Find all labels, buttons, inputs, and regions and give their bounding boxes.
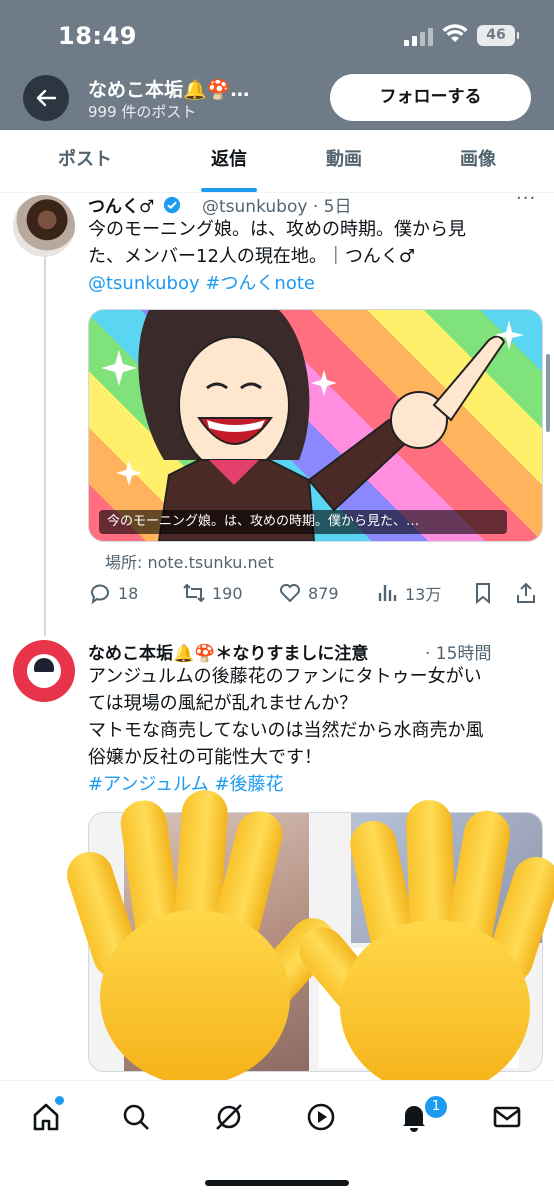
author-name-text: つんく♂ bbox=[88, 197, 155, 217]
share-button[interactable] bbox=[514, 581, 538, 605]
reply-count: 18 bbox=[118, 583, 139, 603]
tweet-text-line: マトモな商売してないのは当然だから水商売か風 bbox=[88, 720, 484, 741]
share-icon bbox=[517, 582, 535, 603]
like-button[interactable]: 879 bbox=[278, 581, 339, 605]
tweet-handle-time: @tsunkuboy · 5日 bbox=[202, 197, 352, 217]
notification-badge: 1 bbox=[423, 1094, 449, 1120]
repost-icon bbox=[183, 583, 205, 603]
tab-label: 動画 bbox=[326, 149, 362, 170]
tweet-time: · 15時間 bbox=[425, 644, 492, 664]
search-icon[interactable] bbox=[118, 1099, 154, 1135]
profile-header: 18:49 46 なめこ本垢🔔🍄… 999 件のポスト フォローする bbox=[0, 0, 554, 130]
like-count: 879 bbox=[308, 583, 339, 603]
tweet-author-name[interactable]: つんく♂ bbox=[88, 192, 181, 217]
arrow-left-icon bbox=[36, 89, 57, 107]
follow-button[interactable]: フォローする bbox=[330, 74, 531, 121]
status-time: 18:49 bbox=[58, 22, 137, 50]
cellular-signal-icon bbox=[404, 28, 434, 46]
scrollbar[interactable] bbox=[546, 354, 550, 432]
card-caption: 今のモーニング娘。は、攻めの時期。僕から見た、… bbox=[99, 510, 507, 534]
tweet-text-line: アンジュルムの後藤花のファンにタトゥー女がい bbox=[88, 666, 482, 687]
messages-icon[interactable] bbox=[489, 1099, 525, 1135]
repost-button[interactable]: 190 bbox=[182, 581, 243, 605]
avatar-character-icon bbox=[27, 654, 61, 688]
tab-replies[interactable]: 返信 bbox=[164, 130, 294, 192]
cartoon-illustration bbox=[101, 310, 524, 541]
tab-videos[interactable]: 動画 bbox=[279, 130, 409, 192]
home-indicator bbox=[205, 1180, 349, 1186]
tweet-actions: 18 190 879 13万 bbox=[88, 581, 543, 607]
repost-count: 190 bbox=[212, 583, 243, 603]
avatar[interactable] bbox=[13, 640, 75, 702]
thread-line bbox=[44, 256, 46, 636]
tweet-text-line: ては現場の風紀が乱れませんか？ bbox=[88, 693, 358, 714]
tweet-text-line: 今のモーニング娘。は、攻めの時期。僕から見 bbox=[88, 219, 466, 240]
tab-label: 画像 bbox=[460, 149, 496, 170]
verified-badge-icon bbox=[164, 196, 181, 214]
tweet-links[interactable]: @tsunkuboy #つんくnote bbox=[88, 270, 538, 297]
raised-hand-icon bbox=[290, 799, 554, 1100]
card-source[interactable]: 場所: note.tsunku.net bbox=[105, 549, 274, 573]
home-new-dot bbox=[53, 1094, 66, 1107]
bookmark-button[interactable] bbox=[471, 581, 495, 605]
post-count: 999 件のポスト bbox=[88, 103, 197, 121]
wifi-icon bbox=[442, 24, 468, 42]
tweet-text-line: 俗嬢か反社の可能性大です！ bbox=[88, 747, 322, 768]
tab-label: ポスト bbox=[58, 149, 112, 170]
profile-name: なめこ本垢🔔🍄… bbox=[88, 79, 250, 101]
view-count: 13万 bbox=[405, 585, 442, 604]
tab-posts[interactable]: ポスト bbox=[20, 130, 150, 192]
profile-tabs: ポスト 返信 動画 画像 bbox=[0, 130, 554, 193]
grok-icon[interactable] bbox=[211, 1099, 247, 1135]
raised-hand-icon bbox=[61, 788, 345, 1090]
battery-icon: 46 bbox=[477, 25, 519, 46]
status-bar: 18:49 46 bbox=[0, 0, 554, 60]
avatar[interactable] bbox=[13, 195, 75, 257]
back-button[interactable] bbox=[23, 75, 69, 121]
views-button[interactable]: 13万 bbox=[375, 581, 441, 605]
reply-icon bbox=[91, 584, 109, 605]
views-icon bbox=[378, 585, 397, 601]
more-options-icon[interactable]: ··· bbox=[516, 188, 536, 209]
tweet-text: 今のモーニング娘。は、攻めの時期。僕から見 た、メンバー12人の現在地。｜つんく… bbox=[88, 216, 538, 297]
bookmark-icon bbox=[476, 583, 490, 605]
tweet-text-line: た、メンバー12人の現在地。｜つんく♂ bbox=[88, 246, 416, 267]
reply-button[interactable]: 18 bbox=[88, 581, 138, 605]
tab-label: 返信 bbox=[211, 149, 247, 170]
tab-media[interactable]: 画像 bbox=[413, 130, 543, 192]
heart-icon bbox=[280, 584, 300, 603]
video-icon[interactable] bbox=[303, 1099, 339, 1135]
link-card[interactable]: 今のモーニング娘。は、攻めの時期。僕から見た、… bbox=[88, 309, 543, 542]
tweet-author-name[interactable]: なめこ本垢🔔🍄＊なりすましに注意 bbox=[88, 639, 368, 664]
tweet-text: アンジュルムの後藤花のファンにタトゥー女がい ては現場の風紀が乱れませんか？ マ… bbox=[88, 663, 538, 798]
